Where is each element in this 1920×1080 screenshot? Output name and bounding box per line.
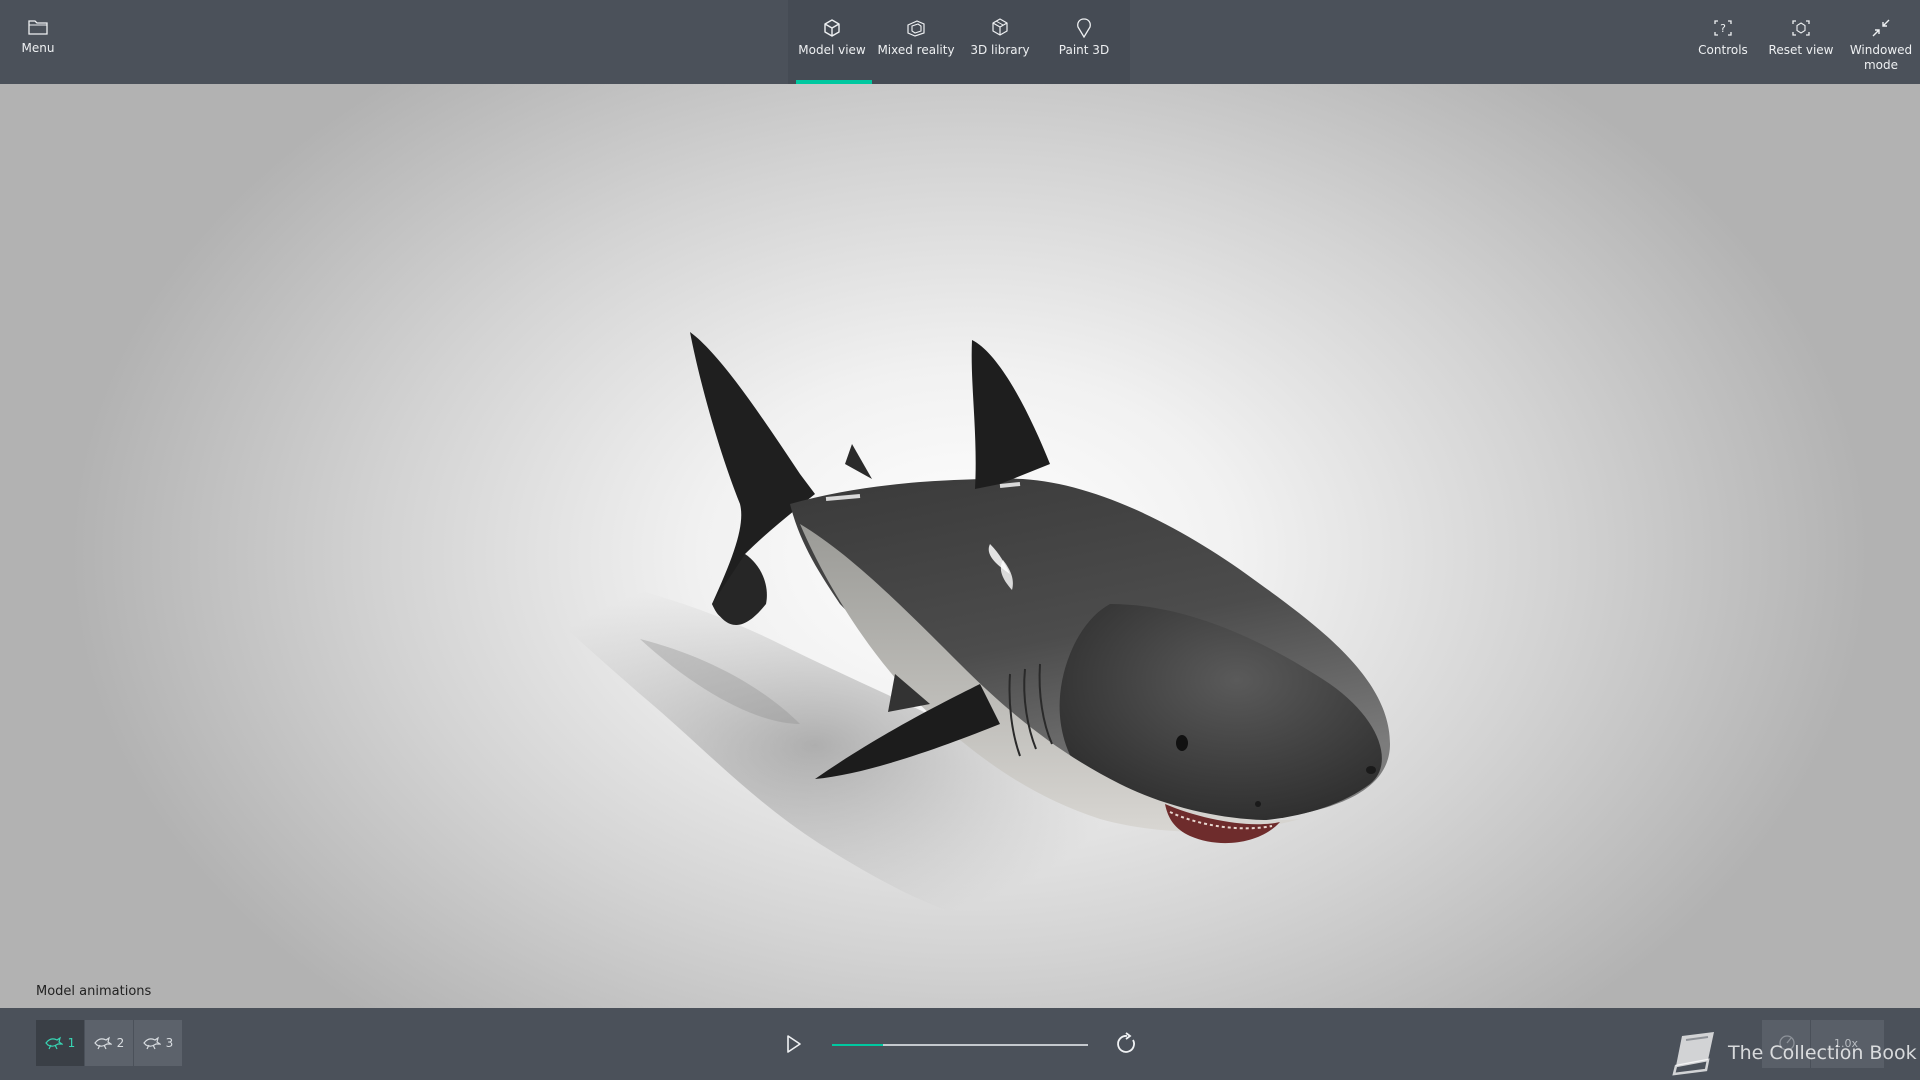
collapse-arrows-icon bbox=[1872, 19, 1890, 37]
animation-label: 3 bbox=[165, 1036, 174, 1050]
reset-view-icon bbox=[1792, 20, 1810, 36]
animation-1-button[interactable]: 1 bbox=[36, 1020, 84, 1066]
tab-label: Model view bbox=[798, 43, 866, 57]
watermark: The Collection Book bbox=[1668, 1030, 1917, 1076]
mixed-reality-icon bbox=[907, 20, 925, 37]
menu-label: Menu bbox=[21, 41, 55, 55]
paint-drop-icon bbox=[1077, 18, 1091, 38]
tab-model-view[interactable]: Model view bbox=[792, 0, 872, 84]
reset-view-button[interactable]: Reset view bbox=[1762, 0, 1840, 84]
tab-3d-library[interactable]: 3D library bbox=[960, 0, 1040, 84]
animation-2-button[interactable]: 2 bbox=[85, 1020, 133, 1066]
controls-help-icon: ? bbox=[1714, 20, 1732, 36]
3d-viewer-app: Menu Model view Mixed reality 3D library… bbox=[0, 0, 1920, 1080]
folder-icon bbox=[28, 20, 48, 35]
library-cubes-icon bbox=[992, 18, 1008, 36]
controls-label: Controls bbox=[1698, 43, 1748, 57]
progress-fill bbox=[832, 1044, 884, 1046]
model-viewport[interactable] bbox=[0, 84, 1920, 1008]
windowed-mode-button[interactable]: Windowed mode bbox=[1842, 0, 1920, 84]
reset-view-label: Reset view bbox=[1768, 43, 1834, 57]
top-toolbar: Menu Model view Mixed reality 3D library… bbox=[0, 0, 1920, 84]
tab-mixed-reality[interactable]: Mixed reality bbox=[876, 0, 956, 84]
animation-progress-bar[interactable] bbox=[832, 1044, 1088, 1046]
view-tabs: Model view Mixed reality 3D library Pain… bbox=[788, 0, 1130, 84]
windowed-mode-label: Windowed mode bbox=[1849, 43, 1913, 72]
model-animations-title: Model animations bbox=[36, 984, 152, 999]
animation-label: 2 bbox=[116, 1036, 125, 1050]
animation-icon bbox=[93, 1036, 112, 1050]
animation-3-button[interactable]: 3 bbox=[134, 1020, 182, 1066]
svg-text:?: ? bbox=[1720, 22, 1726, 35]
animation-icon bbox=[44, 1036, 63, 1050]
menu-button[interactable]: Menu bbox=[6, 0, 70, 84]
replay-icon[interactable] bbox=[1114, 1032, 1140, 1056]
animation-icon bbox=[142, 1036, 161, 1050]
animation-label: 1 bbox=[67, 1036, 76, 1050]
watermark-text: The Collection Book bbox=[1728, 1042, 1917, 1064]
shark-3d-model[interactable] bbox=[0, 84, 1920, 1008]
play-icon[interactable] bbox=[780, 1032, 806, 1056]
tab-label: 3D library bbox=[970, 43, 1030, 57]
book-icon bbox=[1672, 1032, 1714, 1076]
tab-paint-3d[interactable]: Paint 3D bbox=[1044, 0, 1124, 84]
tab-label: Mixed reality bbox=[877, 43, 955, 57]
tab-label: Paint 3D bbox=[1058, 43, 1110, 57]
controls-button[interactable]: ? Controls bbox=[1684, 0, 1762, 84]
cube-icon bbox=[824, 19, 840, 37]
